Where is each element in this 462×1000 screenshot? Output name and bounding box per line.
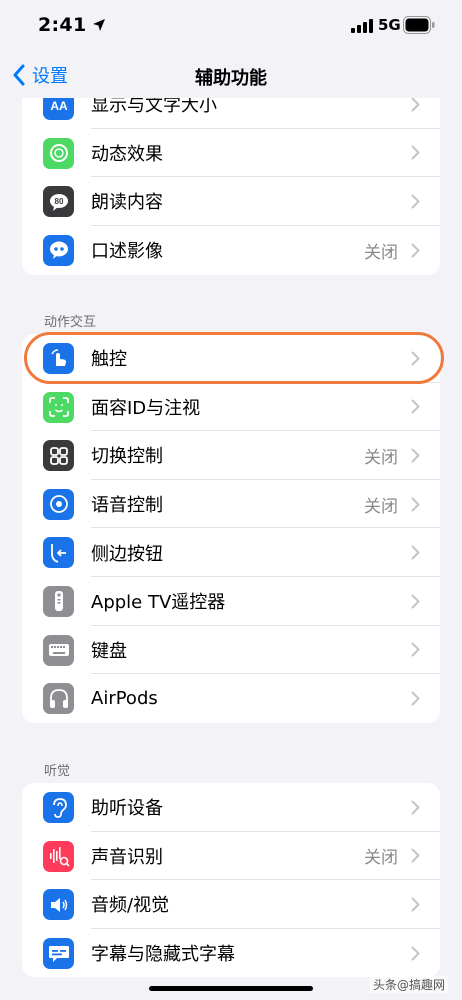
row-label: 侧边按钮 — [91, 543, 163, 565]
switch-control-icon — [43, 440, 74, 472]
network-type: 5G — [378, 16, 401, 34]
settings-row-side-button[interactable]: 侧边按钮 — [22, 528, 440, 577]
row-value: 关闭 — [364, 447, 398, 468]
svg-text:80: 80 — [54, 197, 63, 206]
settings-row-switch-control[interactable]: 切换控制 关闭 — [22, 431, 440, 480]
chevron-right-icon — [411, 145, 420, 160]
airpods-icon — [43, 683, 74, 715]
settings-row-touch[interactable]: 触控 — [22, 334, 440, 383]
row-label: 声音识别 — [91, 846, 163, 868]
row-label: 切换控制 — [91, 446, 163, 468]
interaction-group: 触控 面容ID与注视 切换控制 关闭 语音控制 关闭 侧边按钮 Apple TV遥控器 键盘 Ai… — [22, 334, 440, 723]
settings-row-face-id[interactable]: 面容ID与注视 — [22, 383, 440, 432]
row-label: 面容ID与注视 — [91, 397, 201, 419]
row-label: 助听设备 — [91, 798, 163, 820]
settings-row-sound-recognition[interactable]: 声音识别 关闭 — [22, 832, 440, 881]
voice-control-icon — [43, 488, 74, 520]
chevron-right-icon — [411, 545, 420, 560]
row-label: 朗读内容 — [91, 192, 163, 214]
keyboard-icon — [43, 634, 74, 666]
svg-text:AA: AA — [50, 99, 68, 113]
section-header-interaction: 动作交互 — [44, 315, 97, 330]
chevron-right-icon — [411, 399, 420, 414]
chevron-right-icon — [411, 194, 420, 209]
remote-icon — [43, 585, 74, 617]
settings-row-airpods[interactable]: AirPods — [22, 674, 440, 723]
motion-icon — [43, 137, 74, 169]
row-label: 口述影像 — [91, 241, 163, 263]
row-label: 键盘 — [91, 640, 127, 662]
row-value: 关闭 — [364, 496, 398, 517]
chevron-right-icon — [411, 97, 420, 112]
chevron-right-icon — [411, 691, 420, 706]
chevron-right-icon — [411, 848, 420, 863]
row-value: 关闭 — [364, 848, 398, 869]
audio-visual-icon — [43, 889, 74, 921]
settings-row-motion[interactable]: 动态效果 — [22, 129, 440, 178]
chevron-right-icon — [411, 497, 420, 512]
vision-group: AA 显示与文字大小 动态效果 80 朗读内容 口述影像 关闭 — [22, 80, 440, 275]
subtitles-icon — [43, 937, 74, 969]
chevron-right-icon — [411, 897, 420, 912]
status-bar: 2:41 5G — [0, 0, 462, 52]
spoken-content-icon: 80 — [43, 186, 74, 218]
hearing-group: 助听设备声音识别 关闭音频/视觉字幕与隐藏式字幕 — [22, 783, 440, 978]
settings-row-remote[interactable]: Apple TV遥控器 — [22, 577, 440, 626]
chevron-right-icon — [411, 243, 420, 258]
settings-row-spoken-content[interactable]: 80 朗读内容 — [22, 177, 440, 226]
chevron-right-icon — [411, 946, 420, 961]
row-value: 关闭 — [364, 242, 398, 263]
row-label: 语音控制 — [91, 495, 163, 517]
battery-icon — [403, 16, 435, 34]
settings-row-hearing-devices[interactable]: 助听设备 — [22, 783, 440, 832]
settings-row-subtitles[interactable]: 字幕与隐藏式字幕 — [22, 929, 440, 978]
settings-row-audio-description[interactable]: 口述影像 关闭 — [22, 226, 440, 275]
row-label: 字幕与隐藏式字幕 — [91, 944, 235, 966]
settings-row-voice-control[interactable]: 语音控制 关闭 — [22, 480, 440, 529]
audio-description-icon — [43, 234, 74, 266]
row-label: 触控 — [91, 349, 127, 371]
face-id-icon — [43, 391, 74, 423]
section-header-hearing: 听觉 — [44, 764, 71, 779]
chevron-right-icon — [411, 594, 420, 609]
settings-row-audio-visual[interactable]: 音频/视觉 — [22, 880, 440, 929]
status-time: 2:41 — [38, 14, 87, 36]
chevron-right-icon — [411, 448, 420, 463]
cellular-signal-icon — [351, 19, 373, 33]
location-arrow-icon — [93, 19, 105, 31]
watermark: 头条@搞趣网 — [369, 976, 448, 993]
chevron-right-icon — [411, 642, 420, 657]
home-indicator — [149, 986, 313, 991]
chevron-right-icon — [411, 351, 420, 366]
page-title: 辅助功能 — [195, 68, 267, 89]
row-label: 音频/视觉 — [91, 895, 170, 917]
navigation-bar: 设置 辅助功能 — [0, 52, 462, 98]
row-label: 动态效果 — [91, 143, 163, 165]
hearing-devices-icon — [43, 792, 74, 823]
row-label: Apple TV遥控器 — [91, 592, 226, 614]
chevron-right-icon — [411, 800, 420, 815]
touch-icon — [43, 343, 74, 374]
side-button-icon — [43, 537, 74, 569]
sound-recognition-icon — [43, 840, 74, 872]
row-label: AirPods — [91, 687, 158, 709]
settings-row-keyboard[interactable]: 键盘 — [22, 626, 440, 675]
